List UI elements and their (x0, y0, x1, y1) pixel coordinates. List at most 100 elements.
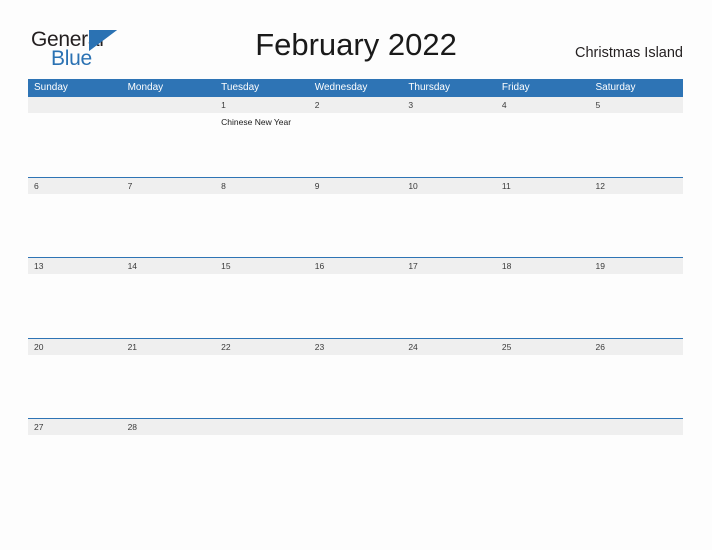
event-cell[interactable] (402, 435, 496, 499)
day-cell[interactable]: 28 (122, 419, 216, 435)
day-cell[interactable]: 3 (402, 97, 496, 113)
day-cell[interactable]: 6 (28, 178, 122, 194)
weekday-header-wednesday: Wednesday (314, 82, 368, 93)
day-cell[interactable] (122, 97, 216, 113)
event-cell[interactable] (589, 274, 683, 338)
day-cell[interactable]: 10 (402, 178, 496, 194)
week-row: 27 28 (28, 418, 683, 499)
week-event-band (28, 194, 683, 258)
event-cell[interactable] (496, 194, 590, 258)
day-cell[interactable]: 13 (28, 258, 122, 274)
week-row: 20 21 22 23 24 25 26 (28, 337, 683, 419)
week-date-band: 1 2 3 4 5 (28, 97, 683, 113)
day-cell[interactable]: 7 (122, 178, 216, 194)
day-cell[interactable] (589, 419, 683, 435)
event-cell[interactable] (402, 355, 496, 419)
day-cell[interactable] (28, 97, 122, 113)
day-cell[interactable]: 23 (309, 339, 403, 355)
day-cell[interactable]: 9 (309, 178, 403, 194)
event-cell[interactable] (215, 435, 309, 499)
day-cell[interactable]: 15 (215, 258, 309, 274)
event-cell[interactable] (589, 355, 683, 419)
event-cell[interactable] (309, 274, 403, 338)
week-event-band (28, 274, 683, 338)
day-number: 16 (314, 261, 325, 271)
day-number: 9 (314, 180, 320, 191)
day-number: 21 (127, 341, 138, 352)
day-cell[interactable]: 12 (589, 178, 683, 194)
day-cell[interactable]: 14 (122, 258, 216, 274)
day-cell[interactable] (496, 419, 590, 435)
event-cell[interactable] (122, 274, 216, 338)
event-cell[interactable] (496, 113, 590, 177)
week-date-band: 20 21 22 23 24 25 26 (28, 338, 683, 355)
week-row: 13 14 15 16 17 18 19 (28, 257, 683, 338)
day-cell[interactable]: 4 (496, 97, 590, 113)
day-number: 4 (501, 100, 507, 110)
day-number: 12 (595, 180, 605, 191)
day-cell[interactable] (402, 419, 496, 435)
day-cell[interactable]: 17 (402, 258, 496, 274)
event-cell[interactable] (589, 435, 683, 499)
day-cell[interactable]: 26 (589, 339, 683, 355)
event-cell[interactable] (28, 274, 122, 338)
weekday-header-monday: Monday (127, 82, 164, 93)
day-number: 28 (127, 422, 138, 432)
event-cell[interactable] (589, 113, 683, 177)
week-row: 1 2 3 4 5 Chinese New Year (28, 96, 683, 177)
event-cell[interactable] (28, 194, 122, 258)
event-cell[interactable] (496, 355, 590, 419)
day-cell[interactable] (215, 419, 309, 435)
event-cell[interactable] (122, 435, 216, 499)
event-cell[interactable] (215, 274, 309, 338)
event-cell[interactable] (402, 194, 496, 258)
event-cell[interactable] (402, 274, 496, 338)
event-cell[interactable] (496, 274, 590, 338)
day-cell[interactable]: 21 (122, 339, 216, 355)
day-cell[interactable]: 5 (589, 97, 683, 113)
event-cell[interactable] (496, 435, 590, 499)
weekday-header-sunday: Sunday (34, 82, 68, 93)
day-cell[interactable] (309, 419, 403, 435)
week-event-band: Chinese New Year (28, 113, 683, 177)
day-cell[interactable]: 8 (215, 178, 309, 194)
day-cell[interactable]: 18 (496, 258, 590, 274)
day-number: 27 (34, 422, 44, 432)
day-number: 19 (595, 261, 605, 271)
day-number: 14 (127, 261, 138, 271)
day-cell[interactable]: 19 (589, 258, 683, 274)
day-cell[interactable]: 25 (496, 339, 590, 355)
week-date-band: 6 7 8 9 10 11 12 (28, 177, 683, 194)
event-cell[interactable] (589, 194, 683, 258)
event-cell[interactable] (28, 355, 122, 419)
day-number: 20 (34, 341, 44, 352)
event-cell[interactable] (402, 113, 496, 177)
day-cell[interactable]: 20 (28, 339, 122, 355)
day-number: 6 (34, 180, 39, 191)
event-cell[interactable] (122, 113, 216, 177)
event-cell[interactable] (215, 194, 309, 258)
day-number: 11 (501, 180, 511, 191)
day-number: 13 (34, 261, 44, 271)
day-number: 23 (314, 341, 325, 352)
event-cell[interactable] (215, 355, 309, 419)
day-cell[interactable]: 11 (496, 178, 590, 194)
event-cell[interactable]: Chinese New Year (215, 113, 309, 177)
calendar-grid: Sunday Monday Tuesday Wednesday Thursday… (28, 79, 683, 499)
event-cell[interactable] (309, 435, 403, 499)
day-cell[interactable]: 1 (215, 97, 309, 113)
event-cell[interactable] (28, 435, 122, 499)
day-cell[interactable]: 24 (402, 339, 496, 355)
event-cell[interactable] (28, 113, 122, 177)
day-number: 8 (221, 180, 226, 191)
day-cell[interactable]: 16 (309, 258, 403, 274)
day-cell[interactable]: 27 (28, 419, 122, 435)
day-cell[interactable]: 2 (309, 97, 403, 113)
day-cell[interactable]: 22 (215, 339, 309, 355)
event-cell[interactable] (309, 194, 403, 258)
event-cell[interactable] (309, 355, 403, 419)
event-cell[interactable] (122, 194, 216, 258)
event-cell[interactable] (309, 113, 403, 177)
week-row: 6 7 8 9 10 11 12 (28, 176, 683, 258)
event-cell[interactable] (122, 355, 216, 419)
